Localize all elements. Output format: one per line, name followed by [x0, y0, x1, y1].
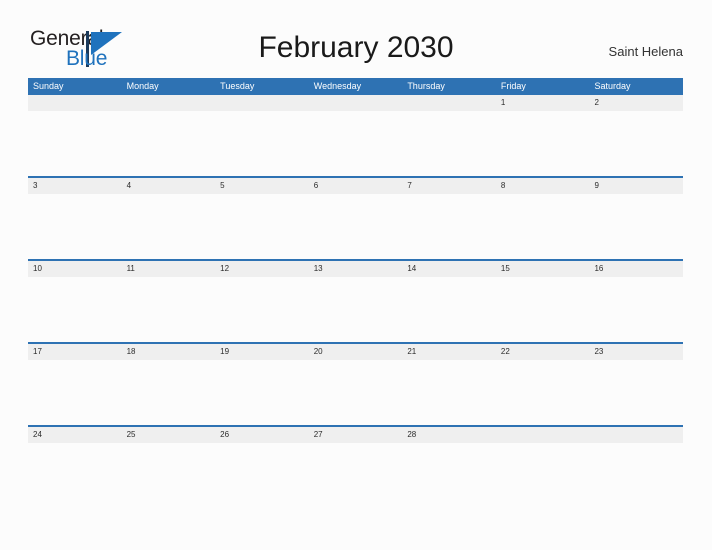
date-cell[interactable]: 5 [215, 178, 309, 194]
week-event-band [28, 194, 683, 259]
date-cell[interactable]: 4 [122, 178, 216, 194]
weekday-header-thursday: Thursday [407, 81, 445, 91]
event-cell[interactable] [402, 360, 496, 425]
date-cell[interactable]: 13 [309, 261, 403, 277]
event-cell[interactable] [215, 111, 309, 176]
date-cell[interactable]: 17 [28, 344, 122, 360]
event-cell[interactable] [122, 194, 216, 259]
event-cell[interactable] [215, 194, 309, 259]
date-cell[interactable] [402, 95, 496, 111]
week-row: 10 11 12 13 14 15 16 [28, 259, 683, 342]
event-cell[interactable] [589, 360, 683, 425]
date-cell[interactable]: 11 [122, 261, 216, 277]
date-cell[interactable]: 2 [589, 95, 683, 111]
weekday-header-wednesday: Wednesday [313, 81, 362, 91]
week-event-band [28, 443, 683, 508]
event-cell[interactable] [122, 360, 216, 425]
week-date-band: 1 2 [28, 95, 683, 111]
date-cell[interactable]: 12 [215, 261, 309, 277]
week-row: 1 2 [28, 95, 683, 176]
weekday-header-friday: Friday [500, 81, 526, 91]
calendar-page: General Blue February 2030 Saint Helena … [0, 0, 712, 550]
event-cell[interactable] [215, 360, 309, 425]
week-date-band: 3 4 5 6 7 8 9 [28, 178, 683, 194]
event-cell[interactable] [496, 111, 590, 176]
event-cell[interactable] [28, 277, 122, 342]
date-cell[interactable] [28, 95, 122, 111]
event-cell[interactable] [402, 443, 496, 508]
event-cell[interactable] [309, 194, 403, 259]
page-header: General Blue February 2030 Saint Helena [0, 0, 712, 76]
event-cell[interactable] [496, 277, 590, 342]
date-cell[interactable]: 21 [402, 344, 496, 360]
date-cell[interactable]: 15 [496, 261, 590, 277]
event-cell[interactable] [589, 277, 683, 342]
event-cell[interactable] [215, 277, 309, 342]
date-cell[interactable] [589, 427, 683, 443]
event-cell[interactable] [496, 194, 590, 259]
date-cell[interactable]: 10 [28, 261, 122, 277]
event-cell[interactable] [402, 194, 496, 259]
week-row: 24 25 26 27 28 [28, 425, 683, 508]
calendar-grid: Sunday Monday Tuesday Wednesday Thursday… [28, 78, 683, 508]
date-cell[interactable]: 19 [215, 344, 309, 360]
event-cell[interactable] [122, 443, 216, 508]
date-cell[interactable] [122, 95, 216, 111]
event-cell[interactable] [496, 443, 590, 508]
event-cell[interactable] [309, 277, 403, 342]
event-cell[interactable] [122, 277, 216, 342]
date-cell[interactable]: 28 [402, 427, 496, 443]
event-cell[interactable] [402, 277, 496, 342]
date-cell[interactable]: 23 [589, 344, 683, 360]
date-cell[interactable]: 8 [496, 178, 590, 194]
date-cell[interactable]: 18 [122, 344, 216, 360]
week-date-band: 24 25 26 27 28 [28, 427, 683, 443]
week-date-band: 17 18 19 20 21 22 23 [28, 344, 683, 360]
date-cell[interactable] [309, 95, 403, 111]
region-label: Saint Helena [608, 44, 683, 59]
event-cell[interactable] [28, 111, 122, 176]
date-cell[interactable]: 14 [402, 261, 496, 277]
weekday-header-saturday: Saturday [594, 81, 631, 91]
event-cell[interactable] [215, 443, 309, 508]
page-title: February 2030 [258, 31, 454, 64]
date-cell[interactable]: 6 [309, 178, 403, 194]
week-row: 17 18 19 20 21 22 23 [28, 342, 683, 425]
event-cell[interactable] [28, 443, 122, 508]
date-cell[interactable]: 9 [589, 178, 683, 194]
date-cell[interactable]: 26 [215, 427, 309, 443]
weekday-header-monday: Monday [126, 81, 159, 91]
date-cell[interactable] [215, 95, 309, 111]
week-event-band [28, 111, 683, 176]
week-date-band: 10 11 12 13 14 15 16 [28, 261, 683, 277]
event-cell[interactable] [309, 111, 403, 176]
date-cell[interactable]: 27 [309, 427, 403, 443]
weekday-header-tuesday: Tuesday [220, 81, 255, 91]
event-cell[interactable] [496, 360, 590, 425]
date-cell[interactable]: 24 [28, 427, 122, 443]
date-cell[interactable]: 20 [309, 344, 403, 360]
date-cell[interactable]: 1 [496, 95, 590, 111]
date-cell[interactable] [496, 427, 590, 443]
event-cell[interactable] [589, 443, 683, 508]
event-cell[interactable] [309, 443, 403, 508]
date-cell[interactable]: 22 [496, 344, 590, 360]
event-cell[interactable] [402, 111, 496, 176]
week-event-band [28, 360, 683, 425]
date-cell[interactable]: 16 [589, 261, 683, 277]
event-cell[interactable] [589, 194, 683, 259]
date-cell[interactable]: 3 [28, 178, 122, 194]
event-cell[interactable] [28, 360, 122, 425]
event-cell[interactable] [28, 194, 122, 259]
week-row: 3 4 5 6 7 8 9 [28, 176, 683, 259]
event-cell[interactable] [589, 111, 683, 176]
date-cell[interactable]: 7 [402, 178, 496, 194]
event-cell[interactable] [309, 360, 403, 425]
weekday-header-sunday: Sunday [33, 81, 64, 91]
date-cell[interactable]: 25 [122, 427, 216, 443]
event-cell[interactable] [122, 111, 216, 176]
week-event-band [28, 277, 683, 342]
weekday-header-row: Sunday Monday Tuesday Wednesday Thursday… [28, 78, 683, 95]
